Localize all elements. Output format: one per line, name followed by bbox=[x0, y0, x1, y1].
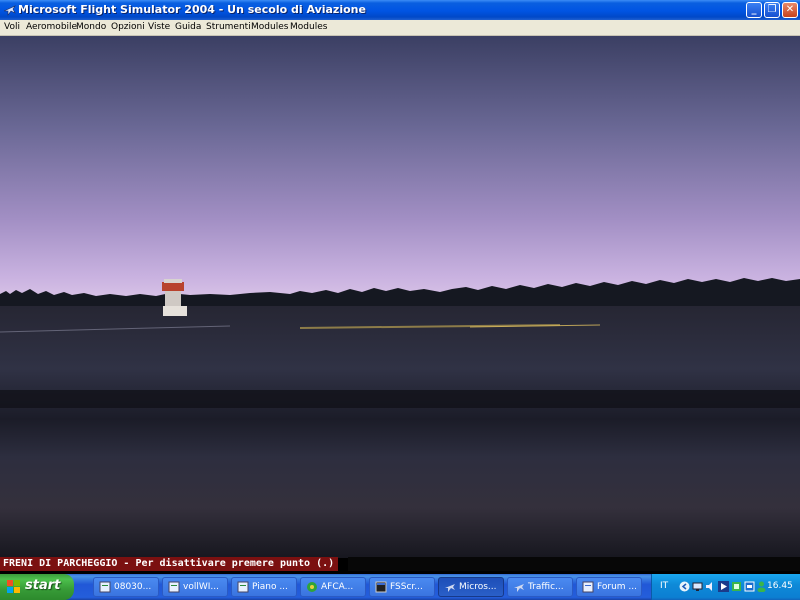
language-indicator[interactable]: IT bbox=[660, 581, 668, 591]
document-icon bbox=[237, 581, 249, 593]
taskbar: start 08030... vollWI... Piano ... AFCA.… bbox=[0, 574, 800, 600]
clock[interactable]: 16.45 bbox=[767, 581, 793, 591]
app-icon bbox=[307, 582, 317, 592]
window-title: Microsoft Flight Simulator 2004 - Un sec… bbox=[18, 3, 366, 16]
start-label: start bbox=[25, 578, 61, 593]
parking-brake-message: FRENI DI PARCHEGGIO - Per disattivare pr… bbox=[0, 557, 339, 571]
tray-expand-icon[interactable] bbox=[679, 581, 690, 592]
plane-icon bbox=[445, 584, 455, 592]
plane-icon bbox=[514, 584, 524, 592]
window-icon bbox=[375, 581, 387, 593]
menu-mondo[interactable]: Mondo bbox=[76, 22, 106, 32]
taskbar-item[interactable]: Traffic... bbox=[507, 577, 573, 597]
minimize-button[interactable]: _ bbox=[746, 2, 762, 18]
taskbar-item[interactable]: vollWI... bbox=[162, 577, 228, 597]
antivirus-icon[interactable] bbox=[744, 581, 755, 592]
title-bar: Microsoft Flight Simulator 2004 - Un sec… bbox=[0, 0, 800, 20]
media-icon[interactable] bbox=[718, 581, 729, 592]
taskbar-item[interactable]: Forum ... bbox=[576, 577, 642, 597]
menu-modules-2[interactable]: Modules bbox=[290, 22, 327, 32]
menu-bar: Voli Aeromobile Mondo Opzioni Viste Guid… bbox=[0, 20, 800, 36]
security-icon[interactable] bbox=[731, 581, 742, 592]
flight-sim-app-icon[interactable] bbox=[3, 3, 16, 16]
document-icon bbox=[99, 581, 111, 593]
taskbar-item[interactable]: AFCA... bbox=[300, 577, 366, 597]
start-button[interactable]: start bbox=[0, 574, 74, 600]
speaker-icon[interactable] bbox=[705, 581, 716, 592]
menu-aeromobile[interactable]: Aeromobile bbox=[26, 22, 77, 32]
windows-flag-icon bbox=[7, 580, 20, 593]
sunset-runway-view bbox=[0, 36, 800, 558]
network-icon[interactable] bbox=[692, 581, 703, 592]
close-button[interactable]: ✕ bbox=[782, 2, 798, 18]
menu-modules[interactable]: Modules bbox=[251, 22, 288, 32]
messenger-icon[interactable] bbox=[756, 581, 767, 592]
system-tray: IT 16.45 bbox=[651, 574, 800, 600]
menu-strumenti[interactable]: Strumenti bbox=[206, 22, 251, 32]
menu-guida[interactable]: Guida bbox=[175, 22, 201, 32]
document-icon bbox=[582, 581, 594, 593]
maximize-button[interactable]: ❐ bbox=[764, 2, 780, 18]
status-strip bbox=[348, 557, 800, 571]
taskbar-item[interactable]: FSScr... bbox=[369, 577, 435, 597]
taskbar-item-active[interactable]: Micros... bbox=[438, 577, 504, 597]
document-icon bbox=[168, 581, 180, 593]
simulator-viewport[interactable] bbox=[0, 36, 800, 558]
menu-voli[interactable]: Voli bbox=[4, 22, 20, 32]
menu-viste[interactable]: Viste bbox=[148, 22, 170, 32]
taskbar-item[interactable]: 08030... bbox=[93, 577, 159, 597]
taskbar-item[interactable]: Piano ... bbox=[231, 577, 297, 597]
menu-opzioni[interactable]: Opzioni bbox=[111, 22, 145, 32]
